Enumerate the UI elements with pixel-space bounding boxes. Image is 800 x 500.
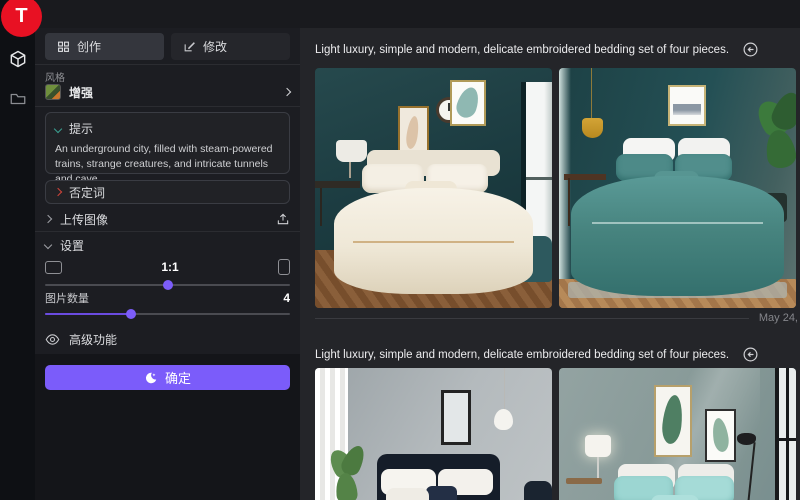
result-image-row: [315, 68, 796, 308]
chevron-down-icon: [44, 241, 52, 249]
plant: [324, 445, 367, 500]
bedroom-scene-aqua: [559, 368, 796, 500]
reuse-prompt-icon[interactable]: [742, 346, 759, 363]
control-panel: 创作 修改 风格 增强 提示 An underground city, fill…: [35, 28, 300, 500]
image-count-label: 图片数量: [45, 290, 89, 306]
generated-image-2[interactable]: [559, 68, 796, 308]
tab-create-label: 创作: [77, 38, 101, 55]
folder-icon[interactable]: [7, 88, 29, 110]
divider: [315, 318, 749, 319]
reuse-prompt-icon[interactable]: [742, 41, 759, 58]
aspect-ratio-slider[interactable]: [45, 280, 290, 290]
table-lamp: [336, 140, 367, 162]
wall-art: [654, 385, 692, 457]
portrait-frame-icon[interactable]: [278, 259, 290, 275]
generation-date: May 24,: [759, 312, 798, 324]
image-count-value: 4: [283, 291, 290, 305]
chevron-right-icon: [283, 88, 291, 96]
image-count-row: 图片数量 4: [45, 291, 290, 305]
generated-image-1[interactable]: [315, 68, 552, 308]
upload-label: 上传图像: [60, 211, 108, 228]
result-prompt-text: Light luxury, simple and modern, delicat…: [315, 44, 729, 56]
advanced-features-row[interactable]: 高级功能: [45, 331, 290, 347]
tab-create[interactable]: 创作: [45, 33, 164, 60]
window: [775, 368, 796, 500]
generation-gallery: Light luxury, simple and modern, delicat…: [300, 28, 800, 500]
crescent-magic-icon: [144, 371, 158, 385]
bedroom-scene-white: [315, 368, 552, 500]
divider: [35, 64, 300, 65]
settings-row[interactable]: 设置: [45, 237, 290, 253]
plant: [753, 92, 796, 188]
wall-art: [668, 85, 706, 126]
settings-label: 设置: [60, 237, 84, 254]
mode-tabs: 创作 修改: [45, 33, 290, 60]
chevron-right-icon: [44, 215, 52, 223]
tab-modify[interactable]: 修改: [171, 33, 290, 60]
chevron-down-icon: [54, 124, 62, 132]
wall-art: [450, 80, 486, 126]
left-rail: [0, 0, 35, 500]
prompt-box[interactable]: 提示 An underground city, filled with stea…: [45, 112, 290, 174]
style-selector[interactable]: 增强: [45, 82, 290, 102]
pendant-lamp: [582, 118, 603, 137]
slider-thumb[interactable]: [126, 309, 136, 319]
result-image-row: [315, 368, 796, 500]
duvet: [571, 176, 784, 296]
chair: [524, 481, 552, 500]
table-lamp: [585, 435, 611, 457]
date-divider: May 24,: [315, 312, 798, 324]
grid-icon: [57, 40, 70, 53]
edit-icon: [183, 40, 196, 53]
result-prompt-text: Light luxury, simple and modern, delicat…: [315, 349, 729, 361]
wall-art: [441, 390, 472, 445]
bedroom-scene-teal: [559, 68, 796, 308]
tab-modify-label: 修改: [203, 38, 227, 55]
divider: [35, 231, 300, 232]
top-bar: [35, 0, 800, 28]
model-cube-icon[interactable]: [7, 48, 29, 70]
style-value: 增强: [69, 84, 93, 101]
nightstand: [315, 181, 360, 188]
aspect-ratio-row: 1:1: [45, 258, 290, 276]
confirm-label: 确定: [165, 368, 191, 387]
confirm-button[interactable]: 确定: [45, 365, 290, 390]
aspect-ratio-value: 1:1: [62, 260, 278, 274]
prompt-label: 提示: [69, 120, 93, 137]
app-window: T 创作 修改 风格 增强: [0, 0, 800, 500]
result-prompt-row: Light luxury, simple and modern, delicat…: [315, 346, 759, 363]
landscape-frame-icon[interactable]: [45, 261, 62, 274]
nightstand: [566, 478, 602, 484]
pendant-lamp: [494, 409, 513, 431]
negative-label: 否定词: [69, 184, 105, 201]
advanced-features-label: 高级功能: [69, 331, 117, 348]
result-prompt-row: Light luxury, simple and modern, delicat…: [315, 41, 759, 58]
negative-prompt-box[interactable]: 否定词: [45, 180, 290, 204]
style-thumbnail: [45, 84, 61, 100]
bedroom-scene-cream: [315, 68, 552, 308]
wall-art: [705, 409, 736, 462]
generated-image-4[interactable]: [559, 368, 796, 500]
chevron-right-icon: [54, 188, 62, 196]
upload-icon[interactable]: [276, 212, 290, 226]
upload-image-row[interactable]: 上传图像: [45, 210, 290, 228]
image-count-slider[interactable]: [45, 309, 290, 319]
eye-icon: [45, 332, 60, 347]
generated-image-3[interactable]: [315, 368, 552, 500]
slider-thumb[interactable]: [163, 280, 173, 290]
divider: [35, 106, 300, 107]
